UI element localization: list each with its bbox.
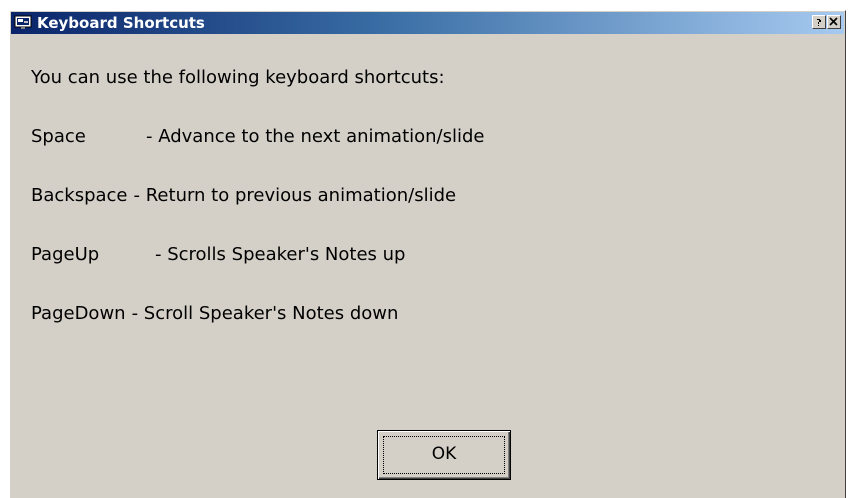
ok-button[interactable]: OK bbox=[377, 430, 511, 480]
shortcut-row-pagedown: PageDown - Scroll Speaker's Notes down bbox=[31, 303, 398, 325]
shortcut-key: Backspace bbox=[31, 185, 128, 206]
shortcut-row-space: Space - Advance to the next animation/sli… bbox=[31, 126, 485, 148]
shortcut-row-backspace: Backspace - Return to previous animation/… bbox=[31, 185, 456, 207]
shortcut-description: - Scroll Speaker's Notes down bbox=[131, 303, 399, 324]
dialog-content: You can use the following keyboard short… bbox=[10, 11, 845, 498]
shortcut-key: Space bbox=[31, 126, 86, 147]
shortcut-description: - Scrolls Speaker's Notes up bbox=[155, 244, 406, 265]
shortcut-key: PageDown bbox=[31, 303, 126, 324]
shortcut-row-pageup: PageUp - Scrolls Speaker's Notes up bbox=[31, 244, 405, 266]
intro-text: You can use the following keyboard short… bbox=[31, 67, 445, 88]
shortcut-description: - Advance to the next animation/slide bbox=[146, 126, 485, 147]
shortcut-key: PageUp bbox=[31, 244, 100, 265]
ok-button-label: OK bbox=[431, 444, 457, 464]
keyboard-shortcuts-dialog: Keyboard Shortcuts You can use the follo… bbox=[9, 10, 846, 498]
shortcut-description: - Return to previous animation/slide bbox=[133, 185, 457, 206]
